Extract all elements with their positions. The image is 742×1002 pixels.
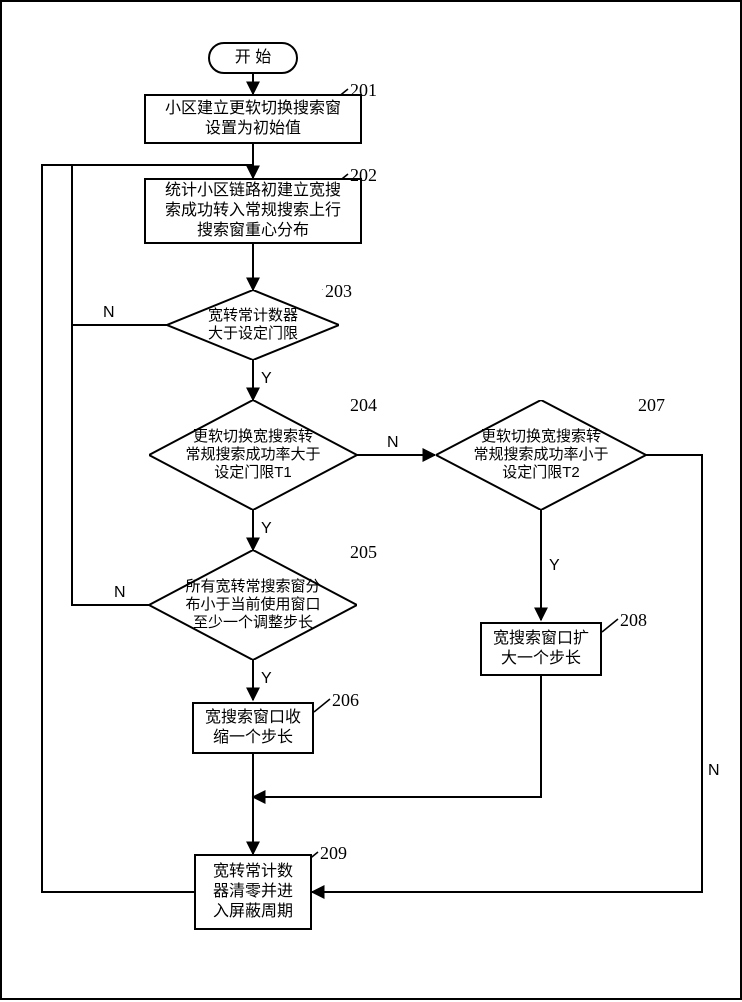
node-209-text: 宽转常计数 器清零并进 入屏蔽周期 [213, 862, 293, 922]
flowchart-canvas: 开 始 小区建立更软切换搜索窗 设置为初始值 201 统计小区链路初建立宽搜 索… [0, 0, 742, 1000]
edge-205-Y: Y [261, 670, 272, 688]
step-207: 207 [638, 395, 665, 416]
edge-207-Y: Y [549, 557, 560, 575]
step-204: 204 [350, 395, 377, 416]
node-206: 宽搜索窗口收 缩一个步长 [192, 702, 314, 754]
node-205-text: 所有宽转常搜索窗分 布小于当前使用窗口 至少一个调整步长 [185, 578, 320, 632]
node-203-text: 宽转常计数器 大于设定门限 [208, 307, 298, 343]
start-label: 开 始 [235, 48, 271, 68]
step-209: 209 [320, 843, 347, 864]
start-terminator: 开 始 [208, 42, 298, 74]
step-201: 201 [350, 80, 377, 101]
step-203: 203 [325, 281, 352, 302]
edge-203-N: N [103, 304, 115, 322]
node-208-text: 宽搜索窗口扩 大一个步长 [493, 629, 589, 669]
node-202: 统计小区链路初建立宽搜 索成功转入常规搜索上行 搜索窗重心分布 [144, 178, 362, 244]
node-207: 更软切换宽搜索转 常规搜索成功率小于 设定门限T2 [436, 400, 646, 510]
step-202: 202 [350, 165, 377, 186]
node-203: 宽转常计数器 大于设定门限 [167, 290, 339, 360]
node-209: 宽转常计数 器清零并进 入屏蔽周期 [194, 854, 312, 930]
node-201-text: 小区建立更软切换搜索窗 设置为初始值 [165, 99, 341, 139]
edge-205-N: N [114, 584, 126, 602]
edge-203-Y: Y [261, 370, 272, 388]
node-204: 更软切换宽搜索转 常规搜索成功率大于 设定门限T1 [149, 400, 357, 510]
step-205: 205 [350, 542, 377, 563]
node-205: 所有宽转常搜索窗分 布小于当前使用窗口 至少一个调整步长 [149, 550, 357, 660]
edge-207-N: N [708, 762, 720, 780]
step-206: 206 [332, 690, 359, 711]
edge-204-Y: Y [261, 520, 272, 538]
node-202-text: 统计小区链路初建立宽搜 索成功转入常规搜索上行 搜索窗重心分布 [165, 181, 341, 241]
node-201: 小区建立更软切换搜索窗 设置为初始值 [144, 94, 362, 144]
node-206-text: 宽搜索窗口收 缩一个步长 [205, 708, 301, 748]
node-208: 宽搜索窗口扩 大一个步长 [480, 622, 602, 676]
node-207-text: 更软切换宽搜索转 常规搜索成功率小于 设定门限T2 [473, 428, 608, 482]
edge-204-N: N [387, 434, 399, 452]
node-204-text: 更软切换宽搜索转 常规搜索成功率大于 设定门限T1 [185, 428, 320, 482]
step-208: 208 [620, 610, 647, 631]
